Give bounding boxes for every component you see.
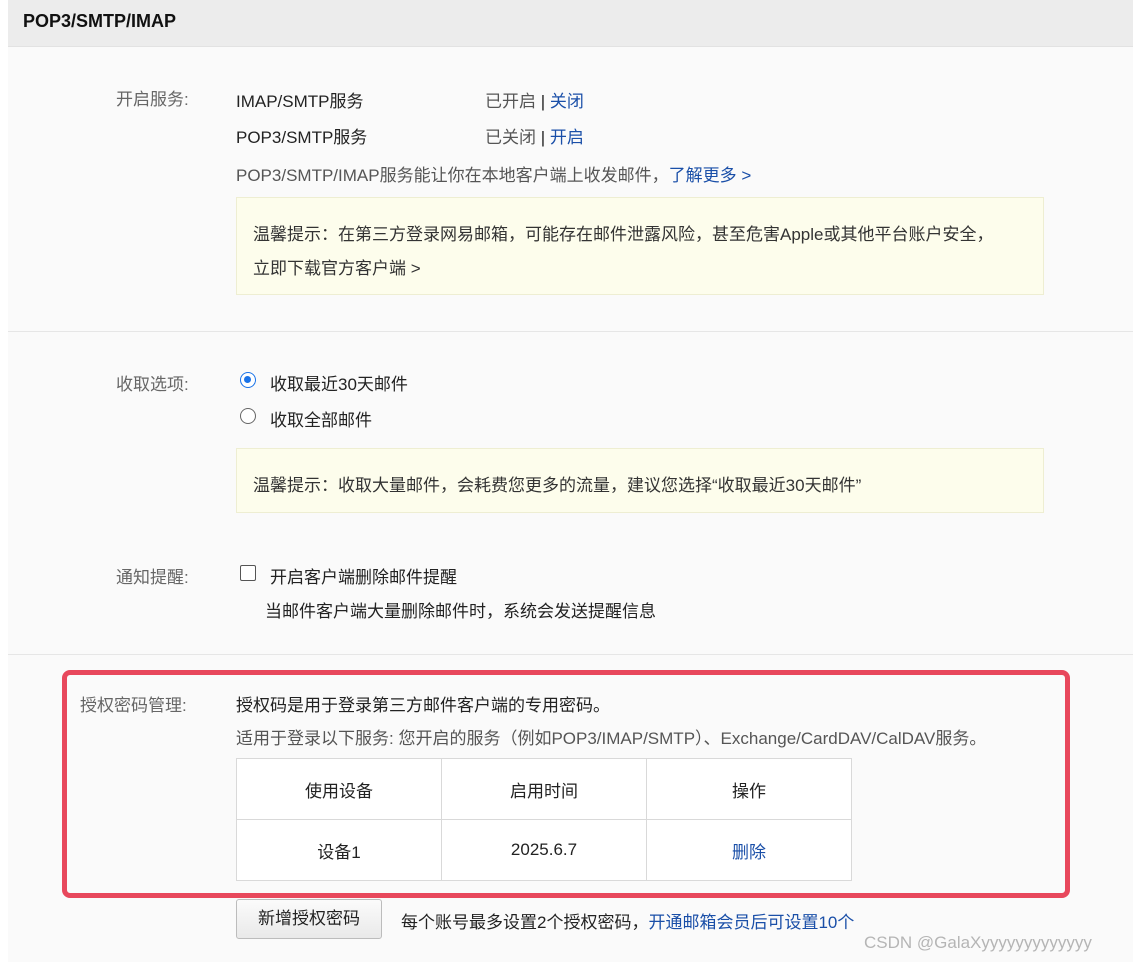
auth-scope: 适用于登录以下服务: 您开启的服务（例如POP3/IMAP/SMTP）、Exch… (236, 729, 987, 748)
delete-notify-checkbox[interactable] (240, 565, 256, 581)
traffic-tip-text: 温馨提示：收取大量邮件，会耗费您更多的流量，建议您选择“收取最近30天邮件” (253, 476, 862, 495)
status-separator: | (540, 128, 546, 147)
vip-upgrade-link[interactable]: 开通邮箱会员后可设置10个 (648, 913, 854, 932)
delete-notify-hint: 当邮件客户端大量删除邮件时，系统会发送提醒信息 (265, 602, 656, 621)
auth-description: 授权码是用于登录第三方邮件客户端的专用密码。 (236, 696, 610, 715)
services-description: POP3/SMTP/IMAP服务能让你在本地客户端上收发邮件，了解更多 > (236, 161, 751, 186)
notify-label: 通知提醒: (116, 568, 189, 587)
receive-all-label[interactable]: 收取全部邮件 (270, 406, 372, 431)
column-header-action: 操作 (646, 758, 852, 820)
panel-title: POP3/SMTP/IMAP (23, 11, 177, 31)
service-name-pop3-smtp: POP3/SMTP服务 (236, 128, 368, 147)
auth-limit-note: 每个账号最多设置2个授权密码，开通邮箱会员后可设置10个 (401, 908, 854, 933)
receive-all-radio[interactable] (240, 408, 256, 424)
service-status-text: 已开启 (485, 92, 536, 111)
delete-auth-code-link[interactable]: 删除 (732, 843, 766, 862)
security-tip-text: 温馨提示：在第三方登录网易邮箱，可能存在邮件泄露风险，甚至危害Apple或其他平… (253, 225, 994, 244)
date-cell: 2025.6.7 (441, 819, 647, 881)
service-status-pop3-smtp: 已关闭 | 开启 (485, 123, 584, 148)
column-header-device: 使用设备 (236, 758, 442, 820)
services-description-text: POP3/SMTP/IMAP服务能让你在本地客户端上收发邮件， (236, 166, 669, 185)
service-name-imap-smtp: IMAP/SMTP服务 (236, 92, 364, 111)
delete-notify-label[interactable]: 开启客户端删除邮件提醒 (270, 563, 457, 588)
status-separator: | (540, 92, 546, 111)
section-divider (8, 654, 1133, 655)
table-row: 设备1 2025.6.7 删除 (236, 819, 852, 881)
panel-header: POP3/SMTP/IMAP (8, 0, 1133, 47)
download-client-link[interactable]: 立即下载官方客户端 > (253, 254, 421, 279)
auth-label: 授权密码管理: (80, 696, 187, 715)
service-status-text: 已关闭 (485, 128, 536, 147)
receive-options-label: 收取选项: (116, 375, 189, 394)
add-auth-code-button[interactable]: 新增授权密码 (236, 899, 382, 939)
close-imap-smtp-link[interactable]: 关闭 (550, 92, 584, 111)
services-label: 开启服务: (116, 90, 189, 109)
service-status-imap-smtp: 已开启 | 关闭 (485, 87, 584, 112)
auth-limit-text: 每个账号最多设置2个授权密码， (401, 913, 649, 932)
open-pop3-smtp-link[interactable]: 开启 (550, 128, 584, 147)
device-cell: 设备1 (236, 819, 442, 881)
receive-30-days-label[interactable]: 收取最近30天邮件 (270, 370, 408, 395)
security-tip-box: 温馨提示：在第三方登录网易邮箱，可能存在邮件泄露风险，甚至危害Apple或其他平… (236, 197, 1044, 295)
learn-more-link[interactable]: 了解更多 > (669, 166, 752, 185)
watermark: CSDN @GalaXyyyyyyyyyyyyy (864, 933, 1092, 952)
delete-cell: 删除 (646, 819, 852, 881)
table-header-row: 使用设备 启用时间 操作 (236, 758, 852, 820)
column-header-date: 启用时间 (441, 758, 647, 820)
traffic-tip-box: 温馨提示：收取大量邮件，会耗费您更多的流量，建议您选择“收取最近30天邮件” (236, 448, 1044, 513)
section-divider (8, 331, 1133, 332)
auth-code-table: 使用设备 启用时间 操作 设备1 2025.6.7 删除 (236, 758, 852, 881)
receive-30-days-radio[interactable] (240, 372, 256, 388)
